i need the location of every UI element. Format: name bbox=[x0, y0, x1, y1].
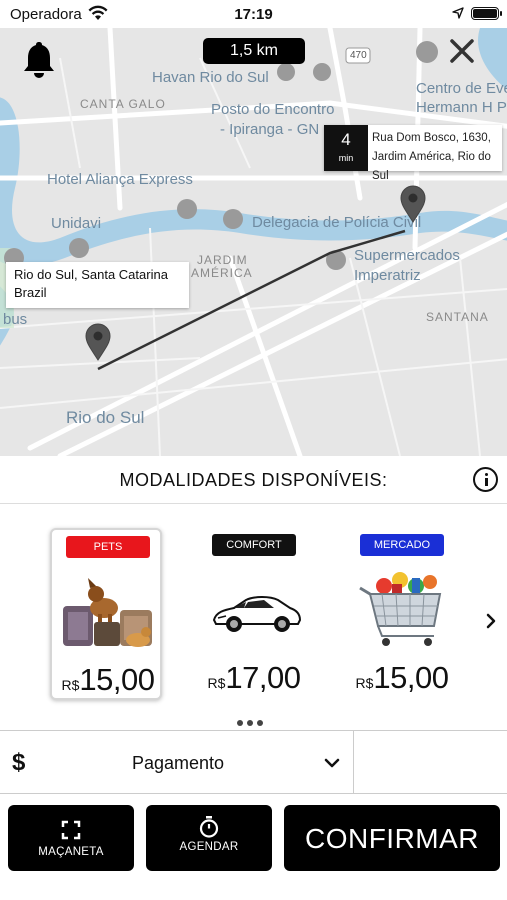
map-label-jardim: JARDIM bbox=[197, 253, 248, 267]
bell-icon[interactable] bbox=[22, 40, 56, 78]
chevron-right-icon[interactable] bbox=[484, 612, 498, 630]
map-label-bus: bus bbox=[3, 311, 28, 328]
map-label-posto: Posto do Encontro bbox=[211, 101, 335, 118]
modality-option-comfort[interactable]: COMFORT R$17,00 bbox=[198, 528, 310, 700]
price-value: 17,00 bbox=[225, 660, 301, 695]
map-label-centro-2: Hermann H Pe bbox=[416, 99, 507, 116]
info-icon[interactable] bbox=[473, 467, 498, 492]
currency-label: R$ bbox=[61, 677, 80, 693]
modality-price: R$17,00 bbox=[198, 660, 310, 696]
price-value: 15,00 bbox=[79, 662, 155, 697]
map-label-delegacia: Delegacia de Polícia Civil bbox=[252, 214, 422, 231]
eta-minutes: 4 bbox=[341, 130, 351, 149]
distance-badge: 1,5 km bbox=[203, 38, 305, 64]
destination-pin-icon bbox=[400, 185, 426, 223]
map-label-america: AMÉRICA bbox=[191, 266, 253, 280]
destination-address: Rua Dom Bosco, 1630, Jardim América, Rio… bbox=[372, 129, 502, 186]
map-label-supermercados: Supermercados bbox=[354, 247, 460, 264]
car-image bbox=[212, 596, 302, 632]
destination-line-1: Rua Dom Bosco, 1630, bbox=[372, 132, 491, 144]
modalities-header: MODALIDADES DISPONÍVEIS: bbox=[0, 456, 507, 504]
macaneta-label: MAÇANETA bbox=[38, 846, 104, 858]
modality-price: R$15,00 bbox=[52, 662, 164, 698]
map-label-santana: SANTANA bbox=[426, 310, 489, 324]
pets-image bbox=[63, 578, 152, 647]
status-bar: Operadora 17:19 bbox=[0, 0, 507, 28]
map-view[interactable]: Havan Rio do Sul CANTA GALO Posto do Enc… bbox=[0, 28, 507, 456]
origin-line-1: Rio do Sul, Santa Catarina bbox=[14, 267, 168, 282]
battery-icon bbox=[471, 7, 502, 20]
map-label-unidavi: Unidavi bbox=[51, 215, 102, 232]
confirm-label: CONFIRMAR bbox=[304, 823, 480, 854]
agendar-label: AGENDAR bbox=[179, 841, 239, 853]
map-label-imperatriz: Imperatriz bbox=[354, 267, 421, 284]
map-label-ipiranga: - Ipiranga - GN bbox=[220, 121, 320, 138]
modality-option-mercado[interactable]: MERCADO R$15,00 bbox=[346, 528, 458, 700]
close-icon[interactable] bbox=[449, 38, 475, 64]
modality-option-pets[interactable]: PETS R$15,00 bbox=[50, 528, 162, 700]
stopwatch-icon bbox=[199, 816, 219, 838]
modality-price: R$15,00 bbox=[346, 660, 458, 696]
page-indicator bbox=[237, 713, 271, 726]
expand-icon bbox=[61, 820, 81, 840]
payment-divider bbox=[353, 731, 354, 793]
grocery-cart-image bbox=[359, 572, 442, 646]
clock: 17:19 bbox=[234, 6, 273, 23]
macaneta-button[interactable]: MAÇANETA bbox=[8, 805, 134, 871]
currency-label: R$ bbox=[207, 675, 226, 691]
eta-unit: min bbox=[338, 153, 354, 163]
agendar-button[interactable]: AGENDAR bbox=[146, 805, 272, 871]
map-label-canta-galo: CANTA GALO bbox=[80, 97, 166, 111]
eta-badge: 4 min bbox=[324, 125, 368, 171]
confirm-button[interactable]: CONFIRMAR bbox=[284, 805, 500, 871]
location-arrow-icon bbox=[452, 7, 464, 19]
modality-badge: MERCADO bbox=[360, 534, 444, 556]
currency-label: R$ bbox=[355, 675, 374, 691]
payment-selector[interactable]: $ Pagamento bbox=[0, 730, 507, 794]
price-value: 15,00 bbox=[373, 660, 449, 695]
map-label-hotel: Hotel Aliança Express bbox=[47, 171, 193, 188]
origin-pin-icon bbox=[85, 323, 111, 361]
dollar-icon: $ bbox=[12, 749, 26, 776]
destination-callout: 4 min Rua Dom Bosco, 1630, Jardim Améric… bbox=[324, 125, 502, 182]
origin-line-2: Brazil bbox=[14, 285, 47, 300]
map-label-havan: Havan Rio do Sul bbox=[152, 69, 269, 86]
destination-line-2: Jardim América, Rio do Sul bbox=[372, 151, 491, 182]
payment-label: Pagamento bbox=[131, 753, 225, 773]
origin-callout: Rio do Sul, Santa Catarina Brazil bbox=[6, 262, 189, 308]
route-470-label: 470 bbox=[350, 50, 367, 61]
modality-badge: PETS bbox=[66, 536, 150, 558]
chevron-down-icon[interactable] bbox=[324, 757, 340, 769]
modality-badge: COMFORT bbox=[212, 534, 296, 556]
map-label-centro-1: Centro de Eve bbox=[416, 80, 507, 97]
map-label-rio-do-sul: Rio do Sul bbox=[66, 408, 145, 427]
modalities-title: MODALIDADES DISPONÍVEIS: bbox=[119, 470, 388, 490]
